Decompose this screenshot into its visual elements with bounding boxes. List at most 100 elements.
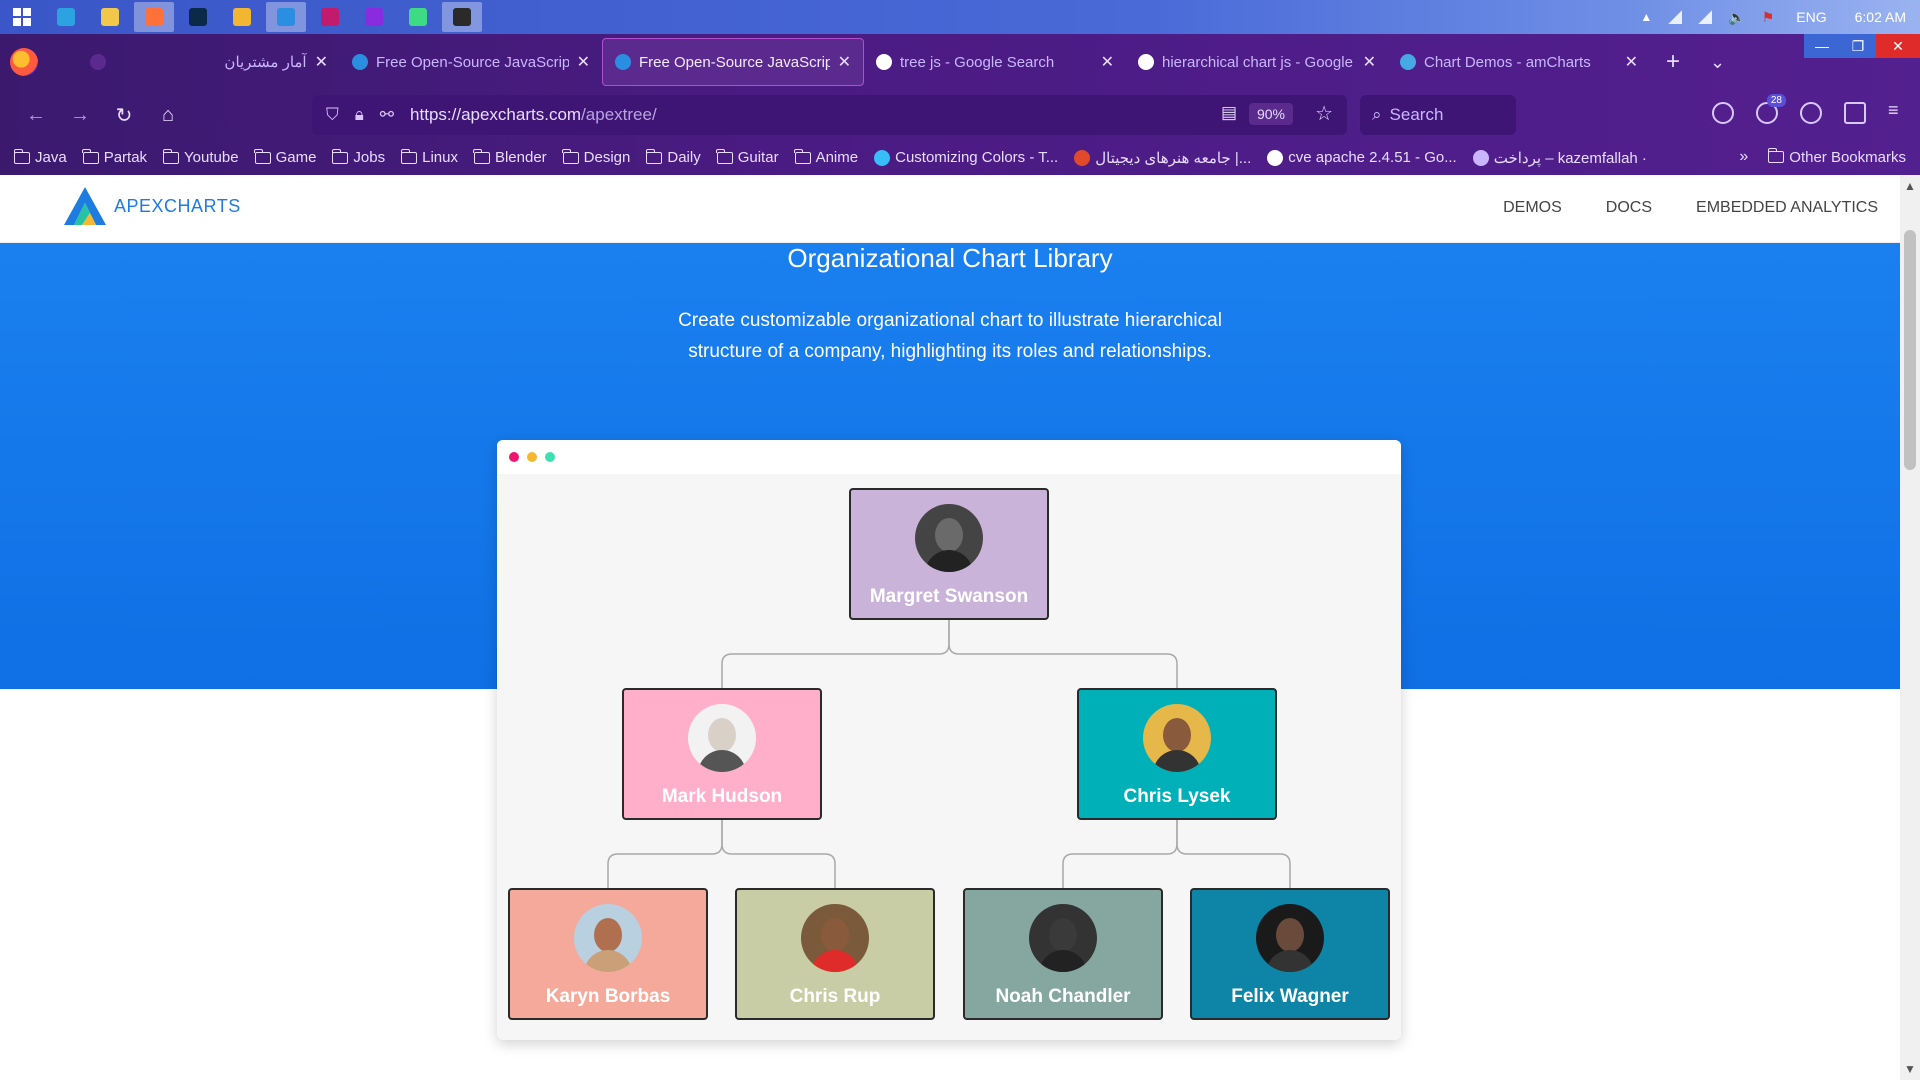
flag-icon[interactable]: ⚑ xyxy=(1762,9,1775,26)
bookmark-folder[interactable]: Guitar xyxy=(716,148,779,167)
bookmark-folder[interactable]: Design xyxy=(562,148,630,167)
browser-tab[interactable]: Free Open-Source JavaScript ✕ xyxy=(602,38,864,86)
tab-favicon-icon xyxy=(90,54,106,70)
site-logo[interactable]: APEXCHARTS xyxy=(62,185,241,227)
search-input[interactable]: ⌕ Search xyxy=(1360,95,1516,135)
org-node[interactable]: Chris Rup xyxy=(735,888,935,1020)
taskbar-app-terminal-app[interactable] xyxy=(442,2,482,32)
bookmark-folder[interactable]: Youtube xyxy=(162,148,239,167)
org-node[interactable]: Margret Swanson xyxy=(849,488,1049,620)
menu-icon[interactable]: ≡ xyxy=(1888,100,1910,124)
terminal-app-icon xyxy=(453,8,471,26)
close-window-button[interactable]: ✕ xyxy=(1876,34,1920,58)
org-node[interactable]: Chris Lysek xyxy=(1077,688,1277,820)
org-node[interactable]: Karyn Borbas xyxy=(508,888,708,1020)
extension-icon[interactable]: 28 xyxy=(1756,94,1786,124)
firefox-icon xyxy=(145,8,163,26)
nav-demos[interactable]: DEMOS xyxy=(1503,199,1562,217)
nav-embedded-analytics[interactable]: EMBEDDED ANALYTICS xyxy=(1696,199,1878,217)
tab-favicon-icon xyxy=(1138,54,1154,70)
zoom-indicator[interactable]: 90% xyxy=(1248,103,1293,125)
bookmark-folder[interactable]: Daily xyxy=(645,148,701,167)
scroll-up-icon[interactable]: ▲ xyxy=(1904,179,1916,193)
bookmark-folder[interactable]: Anime xyxy=(794,148,859,167)
language-indicator[interactable]: ENG xyxy=(1796,9,1826,25)
signal-icon[interactable] xyxy=(1698,10,1713,24)
chevron-up-icon[interactable]: ▲ xyxy=(1640,10,1652,24)
site-nav: DEMOS DOCS EMBEDDED ANALYTICS xyxy=(1481,199,1900,217)
maximize-button[interactable]: ❐ xyxy=(1840,34,1876,58)
bookmark-label: Blender xyxy=(494,149,547,166)
bookmark-favicon-icon xyxy=(1074,149,1091,166)
browser-tab[interactable]: Chart Demos - amCharts ✕ xyxy=(1388,38,1650,86)
close-tab-icon[interactable]: ✕ xyxy=(315,52,328,72)
bookmark-link[interactable]: cve apache 2.4.51 - Go... xyxy=(1267,149,1457,167)
bookmark-favicon-icon xyxy=(1267,149,1284,166)
back-button[interactable]: ← xyxy=(14,104,58,127)
bookmark-star-icon[interactable]: ☆ xyxy=(1315,101,1333,126)
bookmark-folder[interactable]: Linux xyxy=(400,148,458,167)
taskbar-app-start[interactable] xyxy=(2,2,42,32)
org-node[interactable]: Mark Hudson xyxy=(622,688,822,820)
url-text[interactable]: https://apexcharts.com/apextree/ xyxy=(410,105,657,125)
bookmark-link[interactable]: جامعه هنرهای دیجیتال |... xyxy=(1074,149,1251,167)
bookmark-folder[interactable]: Jobs xyxy=(331,148,385,167)
reload-button[interactable]: ↻ xyxy=(102,103,146,128)
extensions-puzzle-icon[interactable] xyxy=(1844,102,1866,124)
browser-tab[interactable]: Free Open-Source JavaScript ✕ xyxy=(340,38,602,86)
close-tab-icon[interactable]: ✕ xyxy=(1363,52,1376,72)
browser-tab[interactable]: hierarchical chart js - Google ✕ xyxy=(1126,38,1388,86)
home-button[interactable]: ⌂ xyxy=(146,104,190,127)
pocket-icon[interactable] xyxy=(1712,102,1734,124)
scroll-down-icon[interactable]: ▼ xyxy=(1904,1062,1916,1076)
close-tab-icon[interactable]: ✕ xyxy=(577,52,590,72)
nav-docs[interactable]: DOCS xyxy=(1606,199,1652,217)
vpn-icon[interactable] xyxy=(1800,102,1822,124)
network-icon[interactable] xyxy=(1668,10,1683,24)
taskbar-app-phpstorm[interactable] xyxy=(354,2,394,32)
browser-tab[interactable]: tree js - Google Search ✕ xyxy=(864,38,1126,86)
bookmark-label: Java xyxy=(35,149,67,166)
forward-button[interactable]: → xyxy=(58,104,102,127)
taskbar-app-photoshop[interactable] xyxy=(178,2,218,32)
org-node[interactable]: Noah Chandler xyxy=(963,888,1163,1020)
shield-icon[interactable]: ⛉ xyxy=(326,105,339,125)
bookmark-label: Anime xyxy=(815,149,859,166)
taskbar-app-explorer[interactable] xyxy=(90,2,130,32)
new-tab-button[interactable]: + xyxy=(1666,48,1680,76)
clock[interactable]: 6:02 AM xyxy=(1855,9,1906,25)
bookmark-folder[interactable]: Partak xyxy=(82,148,147,167)
taskbar-app-intellij[interactable] xyxy=(310,2,350,32)
close-tab-icon[interactable]: ✕ xyxy=(838,52,851,72)
url-bar[interactable]: ⛉ 🔒︎ ⚯ https://apexcharts.com/apextree/ … xyxy=(312,95,1347,135)
minimize-button[interactable]: — xyxy=(1804,34,1840,58)
org-node-name: Felix Wagner xyxy=(1231,986,1349,1007)
close-tab-icon[interactable]: ✕ xyxy=(1625,52,1638,72)
other-bookmarks-folder[interactable]: Other Bookmarks xyxy=(1767,148,1906,166)
lock-icon[interactable]: 🔒︎ xyxy=(355,105,364,125)
scrollbar-thumb[interactable] xyxy=(1904,230,1916,470)
bookmark-folder[interactable]: Game xyxy=(254,148,316,167)
browser-tab[interactable]: آمار مشتریان ✕ xyxy=(78,38,340,86)
bookmark-folder[interactable]: Java xyxy=(13,148,67,167)
reader-view-icon[interactable]: ▤ xyxy=(1221,103,1237,123)
folder-icon xyxy=(82,148,99,164)
taskbar-app-vscode[interactable] xyxy=(266,2,306,32)
taskbar-app-hand-app[interactable] xyxy=(222,2,262,32)
close-tab-icon[interactable]: ✕ xyxy=(1101,52,1114,72)
bookmark-link[interactable]: پرداخت – kazemfallah · xyxy=(1472,149,1647,167)
firefox-icon[interactable] xyxy=(10,48,38,76)
more-bookmarks-chevron-icon[interactable]: » xyxy=(1739,148,1748,166)
org-node[interactable]: Felix Wagner xyxy=(1190,888,1390,1020)
taskbar-app-firefox[interactable] xyxy=(134,2,174,32)
bookmark-link[interactable]: Customizing Colors - T... xyxy=(874,149,1058,167)
folder-icon xyxy=(400,148,418,164)
list-all-tabs-button[interactable]: ⌄ xyxy=(1710,52,1725,73)
bookmark-folder[interactable]: Blender xyxy=(473,148,547,167)
volume-icon[interactable]: 🔈 xyxy=(1728,9,1745,26)
page-scrollbar[interactable]: ▲ ▼ xyxy=(1900,175,1920,1080)
taskbar-app-telegram[interactable] xyxy=(46,2,86,32)
taskbar-app-android-studio[interactable] xyxy=(398,2,438,32)
avatar-body xyxy=(1153,750,1201,772)
permissions-icon[interactable]: ⚯ xyxy=(380,105,394,125)
